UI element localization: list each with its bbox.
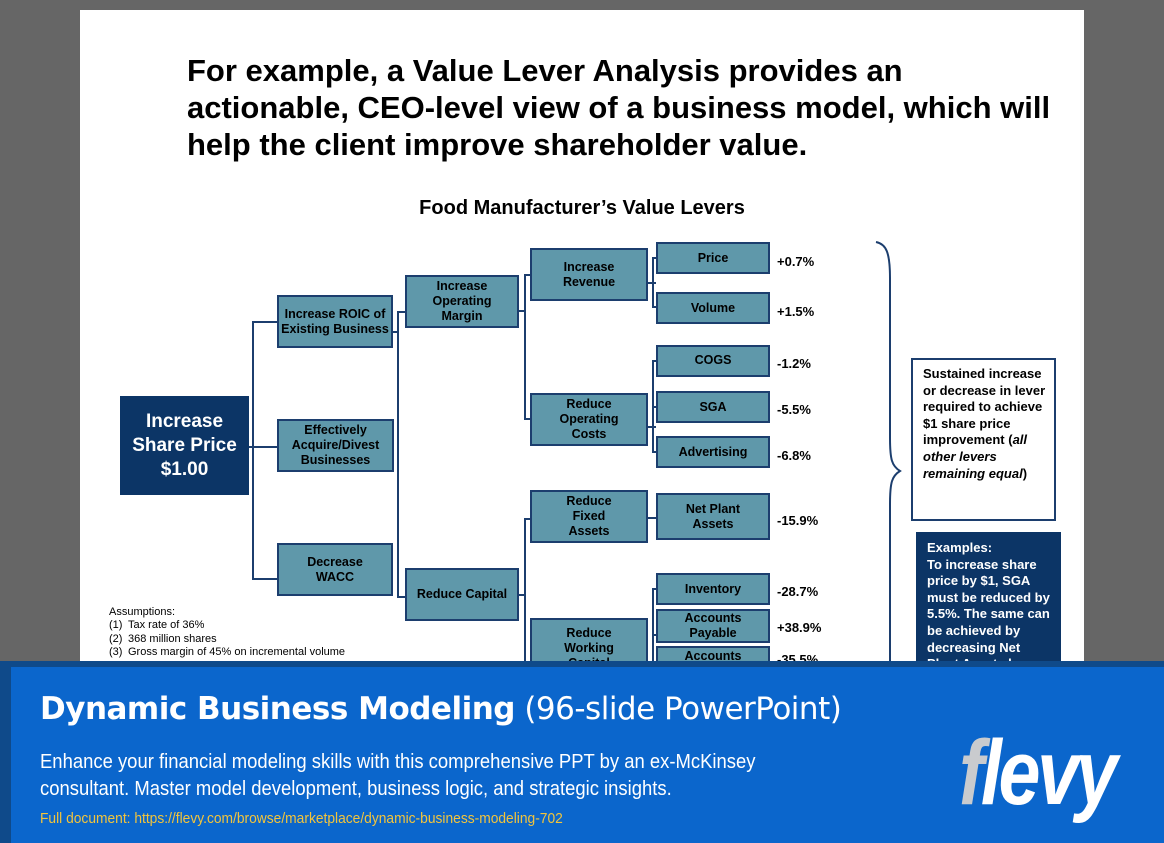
lever-cogs-change: -1.2% bbox=[777, 356, 811, 371]
banner-title-bold: Dynamic Business Modeling bbox=[40, 691, 515, 727]
node-decrease-wacc: Decrease WACC bbox=[277, 543, 393, 596]
lever-cogs: COGS bbox=[656, 345, 770, 377]
lever-advertising: Advertising bbox=[656, 436, 770, 468]
connector bbox=[524, 274, 526, 420]
connector bbox=[652, 257, 654, 307]
connector bbox=[524, 518, 526, 668]
lever-inventory-change: -28.7% bbox=[777, 584, 819, 599]
node-increase-operating-margin: Increase Operating Margin bbox=[405, 275, 519, 328]
logo-letter-f: f bbox=[959, 722, 984, 824]
node-reduce-fixed-assets: Reduce Fixed Assets bbox=[530, 490, 648, 543]
node-reduce-operating-costs: Reduce Operating Costs bbox=[530, 393, 648, 446]
connector bbox=[252, 578, 277, 580]
root-node-increase-share-price: Increase Share Price $1.00 bbox=[120, 396, 249, 495]
assumptions-heading: Assumptions: bbox=[109, 606, 176, 618]
lever-accounts-payable-change: +38.9% bbox=[777, 620, 822, 635]
examples-text: To increase share price by $1, SGA must … bbox=[927, 556, 1050, 672]
connector bbox=[252, 321, 254, 580]
node-reduce-capital: Reduce Capital bbox=[405, 568, 519, 621]
lever-sga: SGA bbox=[656, 391, 770, 423]
banner-description: Enhance your financial modeling skills w… bbox=[40, 750, 756, 800]
full-document-link[interactable]: Full document: https://flevy.com/browse/… bbox=[40, 810, 563, 827]
lever-advertising-change: -6.8% bbox=[777, 448, 811, 463]
lever-accounts-payable: Accounts Payable bbox=[656, 609, 770, 643]
assumption-item: (1) Tax rate of 36% bbox=[109, 619, 205, 632]
note-close: ) bbox=[1022, 465, 1028, 481]
connector bbox=[252, 321, 277, 323]
lever-price: Price bbox=[656, 242, 770, 274]
banner-title: Dynamic Business Modeling (96-slide Powe… bbox=[40, 691, 842, 727]
lever-volume-change: +1.5% bbox=[777, 304, 815, 319]
lever-net-plant-assets-change: -15.9% bbox=[777, 513, 819, 528]
flevy-logo[interactable]: flevy bbox=[959, 727, 1118, 819]
lever-inventory: Inventory bbox=[656, 573, 770, 605]
connector bbox=[397, 596, 405, 598]
lever-volume: Volume bbox=[656, 292, 770, 324]
lever-price-change: +0.7% bbox=[777, 254, 815, 269]
brace-icon bbox=[875, 241, 902, 698]
assumption-item: (2) 368 million shares bbox=[109, 632, 217, 645]
node-acquire-divest: Effectively Acquire/Divest Businesses bbox=[277, 419, 394, 472]
lever-note-box: Sustained increase or decrease in lever … bbox=[911, 358, 1056, 521]
chart-title: Food Manufacturer’s Value Levers bbox=[419, 197, 745, 219]
banner-title-light: (96-slide PowerPoint) bbox=[514, 691, 842, 727]
node-increase-roic: Increase ROIC of Existing Business bbox=[277, 295, 393, 348]
logo-letters-rest: levy bbox=[980, 722, 1118, 824]
lever-sga-change: -5.5% bbox=[777, 402, 811, 417]
lever-net-plant-assets: Net Plant Assets bbox=[656, 493, 770, 540]
assumption-item: (3) Gross margin of 45% on incremental vo… bbox=[109, 646, 346, 659]
connector bbox=[397, 311, 405, 313]
node-increase-revenue: Increase Revenue bbox=[530, 248, 648, 301]
connector bbox=[397, 311, 399, 598]
promo-banner-inner: Dynamic Business Modeling (96-slide Powe… bbox=[11, 667, 1164, 843]
assumptions: Assumptions: (1) Tax rate of 36% (2) 368 m… bbox=[109, 606, 345, 660]
slide: For example, a Value Lever Analysis prov… bbox=[80, 10, 1084, 710]
promo-banner: Dynamic Business Modeling (96-slide Powe… bbox=[0, 661, 1164, 843]
examples-heading: Examples: bbox=[927, 540, 993, 555]
slide-headline: For example, a Value Lever Analysis prov… bbox=[187, 53, 1051, 162]
